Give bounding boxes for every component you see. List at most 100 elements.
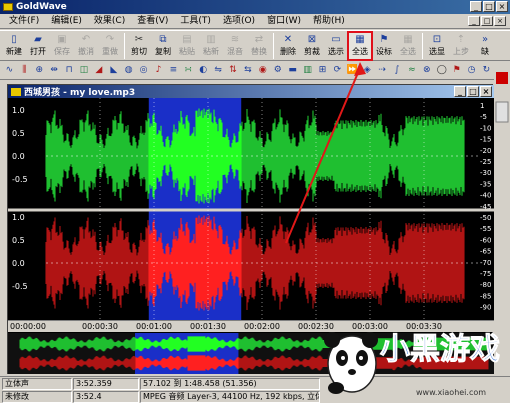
reverse-icon[interactable]: ⇆ — [242, 64, 255, 77]
toolbar-button-label: 替换 — [251, 47, 267, 56]
menu-view[interactable]: 查看(V) — [131, 14, 174, 28]
sound-close-button[interactable]: × — [480, 86, 492, 97]
time-tick-label: 00:00:30 — [82, 322, 118, 331]
fade-in-icon[interactable]: ◢ — [92, 64, 105, 77]
interpolate-icon[interactable]: ∫ — [391, 64, 404, 77]
menu-tools[interactable]: 工具(T) — [174, 14, 217, 28]
sound-file-icon — [11, 87, 21, 96]
cut-icon: ✂ — [134, 34, 144, 45]
toolbar-button-trim[interactable]: ⊠ 剪裁 — [300, 32, 324, 60]
echo-icon[interactable]: ◍ — [122, 64, 135, 77]
toolbar-button-select-view[interactable]: ▭ 选示 — [324, 32, 348, 60]
db-scale-label: -5 — [480, 113, 487, 121]
compress-icon[interactable]: ⊓ — [63, 64, 76, 77]
mechanize-icon[interactable]: ⚙ — [271, 64, 284, 77]
toolbar-button-label: 复制 — [155, 47, 171, 56]
y-axis-label: -0.5 — [12, 175, 28, 184]
reverb-icon[interactable]: ◎ — [137, 64, 150, 77]
spectrum-icon[interactable]: ▥ — [301, 64, 314, 77]
toolbar-button-paste-new[interactable]: ▥ 粘新 — [199, 32, 223, 60]
dynamics-icon[interactable]: ◈ — [361, 64, 374, 77]
fade-out-icon[interactable]: ◣ — [107, 64, 120, 77]
goldwave-logo-icon — [3, 3, 13, 11]
time-tick-label: 00:00:00 — [10, 322, 46, 331]
toolbar-button-label: 撤消 — [78, 47, 94, 56]
waveform-icon[interactable]: ∿ — [3, 64, 16, 77]
db-scale-label: -35 — [480, 180, 491, 188]
toolbar-button-undo[interactable]: ↶ 撤消 — [74, 32, 98, 60]
invert-icon[interactable]: ⇅ — [227, 64, 240, 77]
playback-rate-icon[interactable]: ⏩ — [346, 64, 359, 77]
toolbar-button-delete[interactable]: ✕ 删除 — [276, 32, 300, 60]
marker-icon[interactable]: ⚑ — [450, 64, 463, 77]
doppler-icon[interactable]: ◉ — [256, 64, 269, 77]
menu-window[interactable]: 窗口(W) — [261, 14, 307, 28]
more-icon: » — [481, 34, 489, 45]
menu-help[interactable]: 帮助(H) — [307, 14, 351, 28]
replace-icon: ⇄ — [254, 34, 264, 45]
close-button[interactable]: × — [496, 1, 508, 12]
title-bar: GoldWave _ □ × — [0, 0, 510, 14]
menu-options[interactable]: 选项(O) — [217, 14, 261, 28]
toolbar-button-label: 保存 — [54, 47, 70, 56]
volume-icon[interactable]: ◐ — [197, 64, 210, 77]
menu-edit[interactable]: 编辑(E) — [45, 14, 88, 28]
sound-minimize-button[interactable]: _ — [454, 86, 466, 97]
menu-effects[interactable]: 效果(C) — [88, 14, 131, 28]
toolbar-button-replace[interactable]: ⇄ 替换 — [247, 32, 271, 60]
toolbar-button-open-folder[interactable]: ▰ 打开 — [26, 32, 50, 60]
delete-icon: ✕ — [283, 34, 293, 45]
cd-icon[interactable]: ◯ — [435, 64, 448, 77]
status-total-length: 3:52.359 — [73, 378, 139, 390]
toolbar-button-set-marker[interactable]: ⚑ 设标 — [372, 32, 396, 60]
toolbar-button-label: 打开 — [30, 47, 46, 56]
eq-icon[interactable]: ≡ — [167, 64, 180, 77]
split-icon[interactable]: ⫼ — [18, 64, 31, 77]
db-scale-label: -80 — [480, 281, 491, 289]
offset-icon[interactable]: ⇢ — [376, 64, 389, 77]
toolbar-button-copy[interactable]: ⧉ 复制 — [151, 32, 175, 60]
toolbar-separator — [124, 33, 125, 59]
toolbar-button-more[interactable]: » 缺 — [473, 32, 497, 60]
pan-icon[interactable]: ⇋ — [212, 64, 225, 77]
save-icon: ▣ — [57, 34, 67, 45]
effects-toolbar: ∿⫼⊕⇹⊓◫◢◣◍◎♪≡∺◐⇋⇅⇆◉⚙▬▥⊞⟳⏩◈⇢∫≈⊗◯⚑◷↻⏲ — [0, 62, 510, 80]
toolbar-button-label: 混音 — [227, 47, 243, 56]
noise-icon[interactable]: ∺ — [182, 64, 195, 77]
db-scale-label: -55 — [480, 225, 491, 233]
toolbar-button-select-all[interactable]: ▦ 全选 — [347, 31, 373, 61]
flanger-icon[interactable]: ≈ — [405, 64, 418, 77]
undo-icon: ↶ — [81, 34, 91, 45]
waveform-display[interactable]: 1.0 0.5 0.0 -0.5 1.0 0.5 0.0 -0.5 1 -5 -10 -15 -20 -2… — [8, 98, 494, 320]
toolbar-button-select-all-2[interactable]: ▦ 全选 — [396, 32, 420, 60]
mdi-restore-button[interactable]: □ — [481, 16, 493, 26]
silence-icon[interactable]: ▬ — [286, 64, 299, 77]
db-scale-label: -45 — [480, 203, 491, 211]
channel-icon[interactable]: ⊞ — [316, 64, 329, 77]
toolbar-button-new-file[interactable]: ▯ 新建 — [2, 32, 26, 60]
mix-icon[interactable]: ⊗ — [420, 64, 433, 77]
resample-icon[interactable]: ⟳ — [331, 64, 344, 77]
menu-file[interactable]: 文件(F) — [3, 14, 45, 28]
loop-icon[interactable]: ↻ — [480, 64, 493, 77]
toolbar-button-select-display[interactable]: ⊡ 选显 — [425, 32, 449, 60]
sound-maximize-button[interactable]: □ — [467, 86, 479, 97]
pitch-icon[interactable]: ♪ — [152, 64, 165, 77]
toolbar-button-paste[interactable]: ▤ 粘贴 — [175, 32, 199, 60]
stretch-icon[interactable]: ⇹ — [48, 64, 61, 77]
zoom-icon[interactable]: ⊕ — [33, 64, 46, 77]
toolbar-button-save[interactable]: ▣ 保存 — [50, 32, 74, 60]
maximize-button[interactable]: □ — [483, 1, 495, 12]
mdi-close-button[interactable]: × — [494, 16, 506, 26]
toolbar-button-cut[interactable]: ✂ 剪切 — [127, 32, 151, 60]
filter-icon[interactable]: ◫ — [78, 64, 91, 77]
time-icon[interactable]: ◷ — [465, 64, 478, 77]
paste-new-icon: ▥ — [206, 34, 216, 45]
toolbar-button-label: 选示 — [328, 47, 344, 56]
mdi-minimize-button[interactable]: _ — [468, 16, 480, 26]
toolbar-button-previous[interactable]: ⇡ 上步 — [449, 32, 473, 60]
goldwave-app: GoldWave _ □ × 文件(F) 编辑(E) 效果(C) 查看(V) 工… — [0, 0, 510, 403]
toolbar-button-redo[interactable]: ↷ 重做 — [98, 32, 122, 60]
minimize-button[interactable]: _ — [470, 1, 482, 12]
toolbar-button-mix[interactable]: ≋ 混音 — [223, 32, 247, 60]
